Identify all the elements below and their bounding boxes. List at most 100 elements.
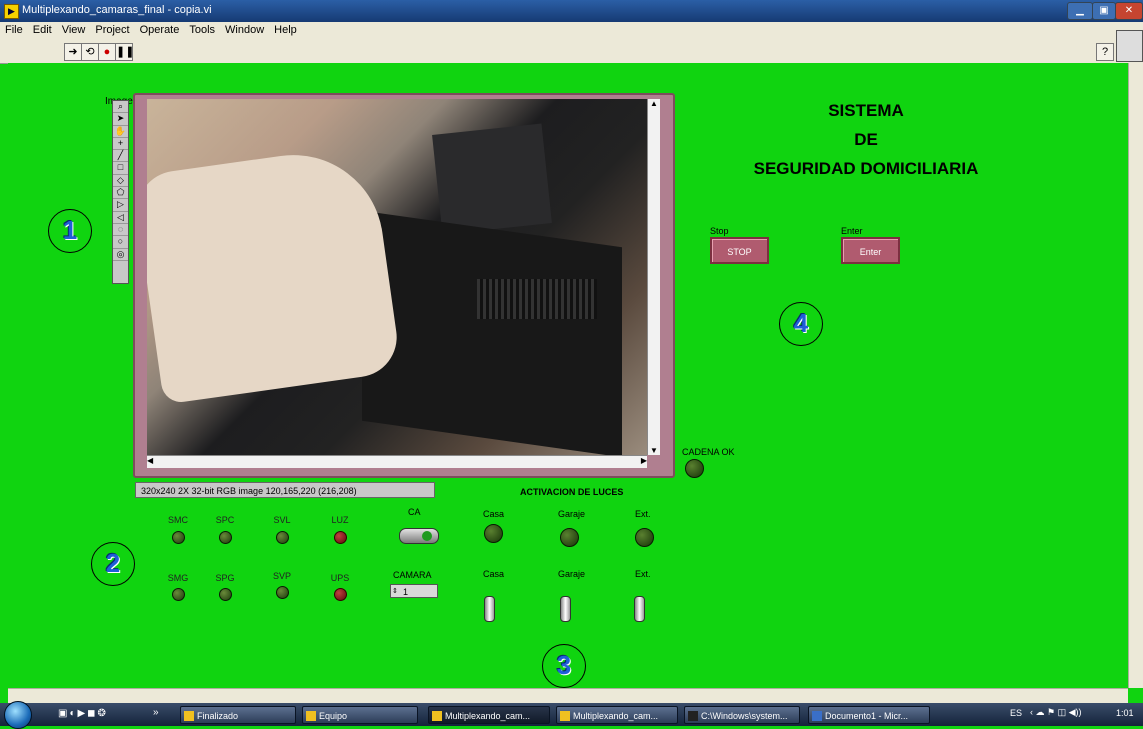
smg-led (172, 588, 185, 601)
rotated-rect-icon[interactable]: ◇ (113, 175, 128, 188)
increment-arrows-icon[interactable]: ⇕ (392, 585, 398, 599)
close-button[interactable]: ✕ (1115, 2, 1143, 20)
maximize-button[interactable]: ▣ (1092, 2, 1116, 20)
ca-switch[interactable] (399, 528, 439, 544)
enter-label: Enter (841, 226, 863, 236)
rectangle-icon[interactable]: □ (113, 162, 128, 175)
menu-tools[interactable]: Tools (184, 22, 220, 38)
freehand-icon[interactable]: ◁ (113, 212, 128, 224)
image-status-bar: 320x240 2X 32-bit RGB image 120,165,220 … (135, 482, 435, 498)
minimize-button[interactable]: ▁ (1067, 2, 1093, 20)
switch-garaje-toggle[interactable] (560, 596, 571, 622)
stop-button[interactable]: STOP (710, 237, 769, 264)
labview-icon: ▶ (4, 4, 19, 19)
annulus-icon[interactable]: ◌ (113, 224, 128, 237)
luces-title: ACTIVACION DE LUCES (520, 487, 624, 497)
panel-vertical-scrollbar[interactable] (1128, 63, 1143, 688)
camara-numeric-control[interactable]: ⇕ 1 (390, 584, 438, 598)
menu-edit[interactable]: Edit (28, 22, 57, 38)
pointer-icon[interactable]: ➤ (113, 113, 128, 126)
language-indicator[interactable]: ES (1010, 708, 1022, 718)
image-vertical-scrollbar[interactable]: ▲ ▼ (647, 99, 660, 455)
menu-window[interactable]: Window (220, 22, 269, 38)
camera-image-bracket (432, 123, 552, 235)
quick-launch-more-icon[interactable]: » (153, 707, 159, 718)
task-multiplexando-2[interactable]: Multiplexando_cam... (556, 706, 678, 724)
cadena-ok-label: CADENA OK (682, 447, 735, 457)
luz-ext-led (635, 528, 654, 547)
task-finalizado[interactable]: Finalizado (180, 706, 296, 724)
start-button[interactable] (4, 701, 32, 729)
cadena-ok-led (685, 459, 704, 478)
vi-connector-icon (1116, 30, 1143, 62)
quick-launch-icons[interactable]: ▣◐▶◼❂ (58, 708, 108, 719)
heading-line-2: DE (854, 130, 878, 149)
task-cmd[interactable]: C:\Windows\system... (684, 706, 800, 724)
title-bar: ▶ Multiplexando_camaras_final - copia.vi… (0, 0, 1143, 22)
point-icon[interactable]: + (113, 138, 128, 151)
heading-line-3: SEGURIDAD DOMICILIARIA (753, 159, 979, 178)
clock[interactable]: 1:01 (1116, 708, 1134, 718)
camera-image-device (362, 210, 622, 455)
marker-4: 4 (779, 302, 823, 346)
panel-horizontal-scrollbar[interactable] (8, 688, 1128, 703)
marker-3: 3 (542, 644, 586, 688)
polyline-icon[interactable]: ○ (113, 236, 128, 249)
toolbar: ➜ ⟲ ● ❚❚ ? (0, 30, 1143, 64)
task-multiplexando-1[interactable]: Multiplexando_cam... (428, 706, 550, 724)
spg-led (219, 588, 232, 601)
taskbar: ▣◐▶◼❂ » Finalizado Equipo Multiplexando_… (0, 701, 1143, 729)
svp-label: SVP (272, 571, 291, 581)
ca-switch-knob (422, 531, 432, 541)
help-button[interactable]: ? (1096, 43, 1114, 61)
ca-label: CA (408, 507, 421, 517)
scroll-down-icon[interactable]: ▼ (648, 446, 660, 455)
luz-label: LUZ (331, 515, 349, 525)
camera-image-arm (147, 143, 402, 405)
enter-button[interactable]: Enter (841, 237, 900, 264)
luz-ext-label: Ext. (635, 509, 651, 519)
spc-led (219, 531, 232, 544)
run-continuously-icon[interactable]: ⟲ (81, 43, 99, 61)
task-equipo[interactable]: Equipo (302, 706, 418, 724)
camera-image[interactable] (147, 99, 647, 455)
camara-label: CAMARA (393, 570, 432, 580)
stop-label: Stop (710, 226, 729, 236)
svl-led (276, 531, 289, 544)
menu-view[interactable]: View (57, 22, 91, 38)
switch-casa-toggle[interactable] (484, 596, 495, 622)
menu-file[interactable]: File (0, 22, 28, 38)
svp-led (276, 586, 289, 599)
image-tools-palette: ⌕ ➤ ✋ + ╱ □ ◇ ⬠ ▷ ◁ ◌ ○ ◎ (112, 100, 129, 284)
pan-icon[interactable]: ✋ (113, 126, 128, 138)
menu-project[interactable]: Project (90, 22, 134, 38)
camara-value: 1 (403, 587, 409, 597)
broken-line-icon[interactable]: ◎ (113, 249, 128, 261)
spg-label: SPG (215, 573, 235, 583)
heading-line-1: SISTEMA (828, 101, 904, 120)
luz-casa-led (484, 524, 503, 543)
zoom-icon[interactable]: ⌕ (113, 101, 128, 114)
tray-icons[interactable]: ‹ ☁ ⚑ ◫ ◀)) (1030, 707, 1082, 718)
menu-help[interactable]: Help (269, 22, 302, 38)
image-horizontal-scrollbar[interactable]: ◀ ▶ (147, 455, 647, 468)
marker-2: 2 (91, 542, 135, 586)
window-title: Multiplexando_camaras_final - copia.vi (22, 4, 212, 16)
switch-ext-toggle[interactable] (634, 596, 645, 622)
scroll-right-icon[interactable]: ▶ (641, 456, 647, 465)
oval-icon[interactable]: ⬠ (113, 187, 128, 200)
polygon-icon[interactable]: ▷ (113, 199, 128, 212)
luz-led (334, 531, 347, 544)
menu-operate[interactable]: Operate (135, 22, 185, 38)
scroll-up-icon[interactable]: ▲ (648, 99, 660, 108)
run-arrow-icon[interactable]: ➜ (64, 43, 82, 61)
switch-casa-label: Casa (483, 569, 505, 579)
task-documento1[interactable]: Documento1 - Micr... (808, 706, 930, 724)
pause-icon[interactable]: ❚❚ (115, 43, 134, 61)
ups-led (334, 588, 347, 601)
luz-casa-label: Casa (483, 509, 505, 519)
abort-icon[interactable]: ● (98, 43, 116, 61)
scroll-left-icon[interactable]: ◀ (147, 456, 153, 465)
menu-bar: File Edit View Project Operate Tools Window Hel… (0, 22, 1143, 41)
line-icon[interactable]: ╱ (113, 150, 128, 163)
